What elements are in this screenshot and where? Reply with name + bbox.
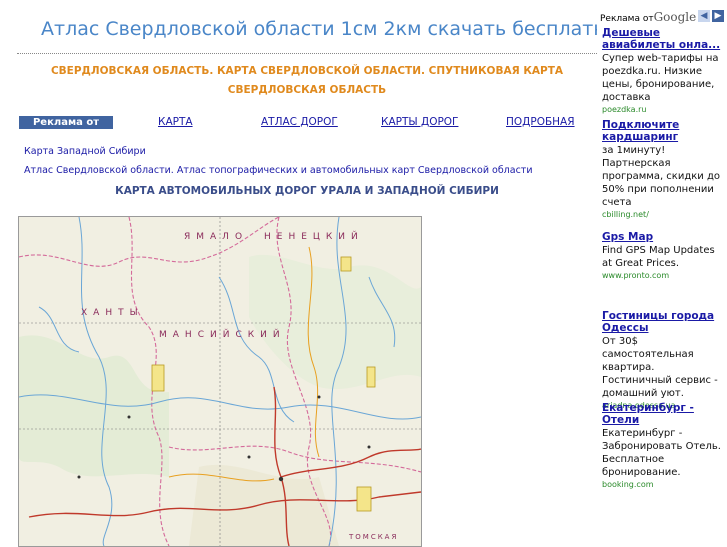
ad-url[interactable]: www.pronto.com	[602, 271, 724, 280]
map-label-khanty: ХАНТЫ	[81, 308, 144, 318]
nav-row: Реклама от Google КАРТА АТЛАС ДОРОГ КАРТ…	[17, 116, 597, 141]
map-label-tomskaya: ТОМСКАЯ	[348, 533, 398, 541]
map-heading: КАРТА АВТОМОБИЛЬНЫХ ДОРОГ УРАЛА И ЗАПАДН…	[115, 185, 499, 197]
page-subtitle: СВЕРДЛОВСКАЯ ОБЛАСТЬ. КАРТА СВЕРДЛОВСКОЙ…	[50, 65, 564, 96]
ads-by-google-label[interactable]: Реклама отGoogle	[600, 10, 696, 24]
ad-body: Супер web-тарифы на poezdka.ru. Низкие ц…	[602, 53, 719, 103]
nav-link-podrobnaya[interactable]: ПОДРОБНАЯ	[506, 116, 575, 128]
ad-body: Find GPS Map Updates at Great Prices.	[602, 245, 715, 269]
ads-sidebar: Реклама отGoogle ◀ ▶ Дешевые авиабилеты …	[597, 0, 727, 545]
nav-link-karty-dorog[interactable]: КАРТЫ ДОРОГ	[381, 116, 458, 128]
chevron-left-icon[interactable]: ◀	[698, 10, 710, 22]
page-title: Атлас Свердловской области 1см 2км скача…	[41, 18, 618, 40]
ad-url[interactable]: cbilling.net/	[602, 210, 724, 219]
ad-block: Дешевые авиабилеты онла... Супер web-тар…	[602, 27, 724, 114]
map-label-mansiysky: МАНСИЙСКИЙ	[159, 328, 286, 340]
ad-title[interactable]: Гостиницы города Одессы	[602, 310, 724, 334]
ads-by-google-badge[interactable]: Реклама от Google	[19, 116, 113, 141]
ad-body: От 30$ самостоятельная квартира. Гостини…	[602, 336, 718, 399]
chevron-right-icon[interactable]: ▶	[712, 10, 724, 22]
ad-block: Подключите кардшаринг за 1минуту! Партне…	[602, 119, 724, 219]
map-graphic: ХАНТЫ МАНСИЙСКИЙ ЯМАЛО НЕНЕЦКИЙ ТОМСКАЯ	[19, 217, 421, 546]
google-logo: Google	[653, 10, 697, 24]
nav-link-atlas-dorog[interactable]: АТЛАС ДОРОГ	[261, 116, 338, 128]
ad-url[interactable]: poezdka.ru	[602, 105, 724, 114]
ad-block: Gps Map Find GPS Map Updates at Great Pr…	[602, 231, 724, 280]
ad-title[interactable]: Подключите кардшаринг	[602, 119, 724, 143]
ad-title[interactable]: Gps Map	[602, 231, 724, 243]
link-west-siberia-map[interactable]: Карта Западной Сибири	[24, 146, 146, 157]
divider	[17, 53, 597, 54]
ad-title[interactable]: Дешевые авиабилеты онла...	[602, 27, 724, 51]
ad-block: Гостиницы города Одессы От 30$ самостоят…	[602, 310, 724, 410]
ad-body: Екатеринбург - Забронировать Отель. Бесп…	[602, 428, 721, 478]
link-sverdlovsk-atlas[interactable]: Атлас Свердловской области. Атлас топогр…	[24, 165, 533, 176]
nav-link-karta[interactable]: КАРТА	[158, 116, 193, 128]
road-map-image[interactable]: ХАНТЫ МАНСИЙСКИЙ ЯМАЛО НЕНЕЦКИЙ ТОМСКАЯ	[18, 216, 422, 547]
main-content: Атлас Свердловской области 1см 2км скача…	[17, 0, 617, 547]
map-label-yamalo: ЯМАЛО	[184, 232, 248, 242]
ad-url[interactable]: booking.com	[602, 480, 724, 489]
ad-body: за 1минуту! Партнерская программа, скидк…	[602, 145, 721, 208]
ad-title[interactable]: Екатеринбург - Отели	[602, 402, 724, 426]
ad-block: Екатеринбург - Отели Екатеринбург - Забр…	[602, 402, 724, 489]
map-label-nenetsky: НЕНЕЦКИЙ	[264, 230, 364, 242]
left-margin	[0, 0, 17, 545]
ads-label: Реклама от	[600, 14, 654, 24]
